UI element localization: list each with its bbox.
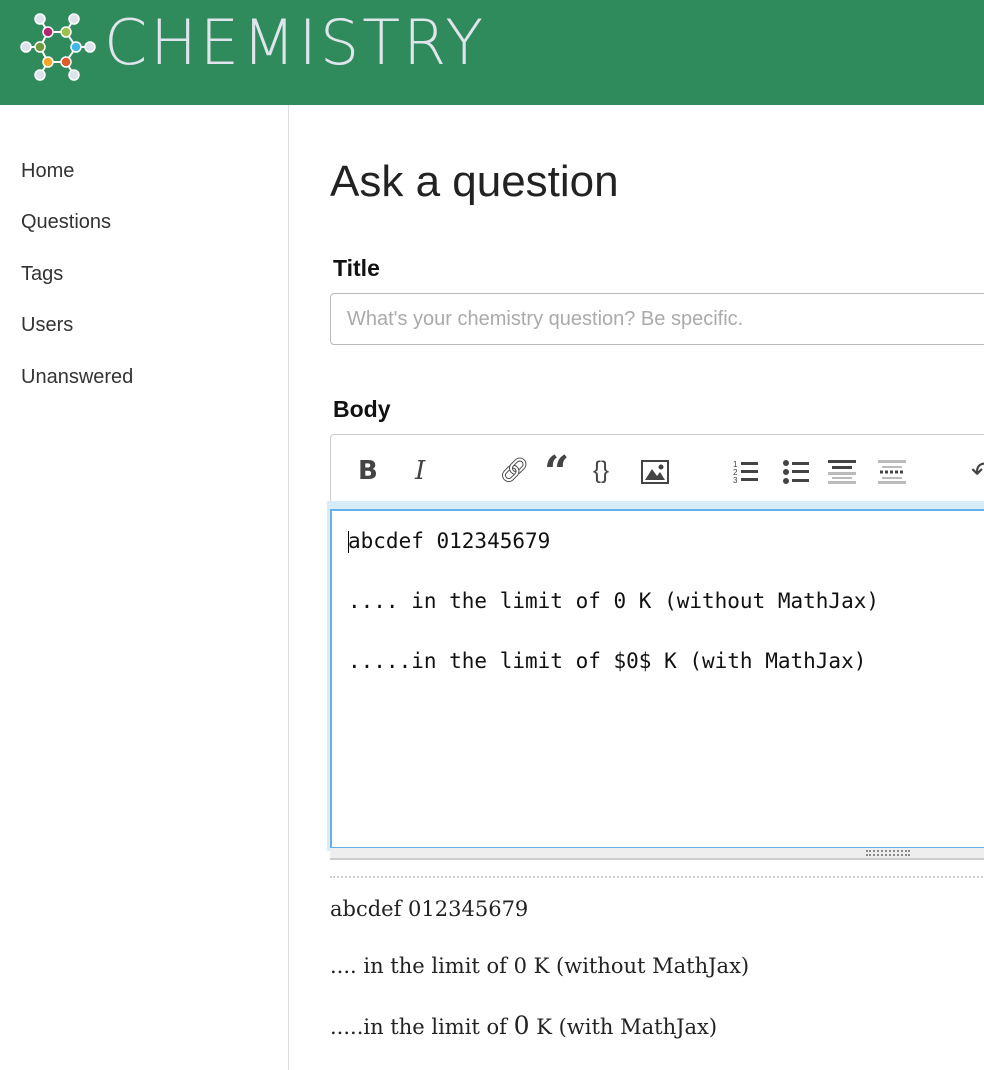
preview-text: .....in the limit of <box>330 1015 514 1039</box>
horizontal-rule-icon[interactable] <box>878 460 906 489</box>
sidebar-item-unanswered[interactable]: Unanswered <box>21 366 133 389</box>
ordered-list-icon[interactable]: 123 <box>733 460 759 489</box>
quote-icon[interactable]: “ <box>544 451 569 495</box>
sidebar-nav: Home Questions Tags Users Unanswered <box>0 105 289 1070</box>
sidebar-item-users[interactable]: Users <box>21 314 73 337</box>
title-label: Title <box>333 255 380 281</box>
bold-button[interactable]: B <box>358 457 378 485</box>
link-icon[interactable]: 🔗︎ <box>499 457 529 485</box>
image-icon[interactable] <box>641 460 669 489</box>
preview-line: .... in the limit of 0 K (without MathJa… <box>330 954 750 978</box>
italic-button[interactable]: I <box>415 457 425 485</box>
page-title: Ask a question <box>330 157 619 206</box>
preview-line: .....in the limit of 0 K (with MathJax) <box>330 1011 717 1040</box>
sidebar-item-questions[interactable]: Questions <box>21 211 111 234</box>
heading-icon[interactable] <box>828 460 856 489</box>
preview-math: 0 <box>513 1011 530 1040</box>
grip-dots-icon <box>866 850 910 856</box>
body-line: abcdef 012345679 <box>348 529 551 553</box>
editor-resize-handle[interactable] <box>330 848 984 860</box>
molecule-logo-icon[interactable] <box>18 12 98 82</box>
body-textarea[interactable]: abcdef 012345679 .... in the limit of 0 … <box>330 509 984 849</box>
editor-toolbar: B I 🔗︎ “ {} 123 ↶ <box>331 435 984 507</box>
body-line: .... in the limit of 0 K (without MathJa… <box>348 589 880 613</box>
title-input[interactable] <box>330 293 984 345</box>
body-line: .....in the limit of $0$ K (with MathJax… <box>348 649 867 673</box>
site-logo-text[interactable]: CHEMISTRY <box>104 6 486 79</box>
preview-separator <box>330 876 984 878</box>
site-header: CHEMISTRY <box>0 0 984 105</box>
sidebar-item-home[interactable]: Home <box>21 160 74 183</box>
undo-icon[interactable]: ↶ <box>971 457 984 485</box>
preview-line: abcdef 012345679 <box>330 897 529 921</box>
svg-text:3: 3 <box>733 476 738 484</box>
code-icon[interactable]: {} <box>593 457 609 485</box>
body-label: Body <box>333 396 391 422</box>
bullet-list-icon[interactable] <box>783 460 809 489</box>
sidebar-item-tags[interactable]: Tags <box>21 263 63 286</box>
preview-text: K (with MathJax) <box>529 1015 718 1039</box>
